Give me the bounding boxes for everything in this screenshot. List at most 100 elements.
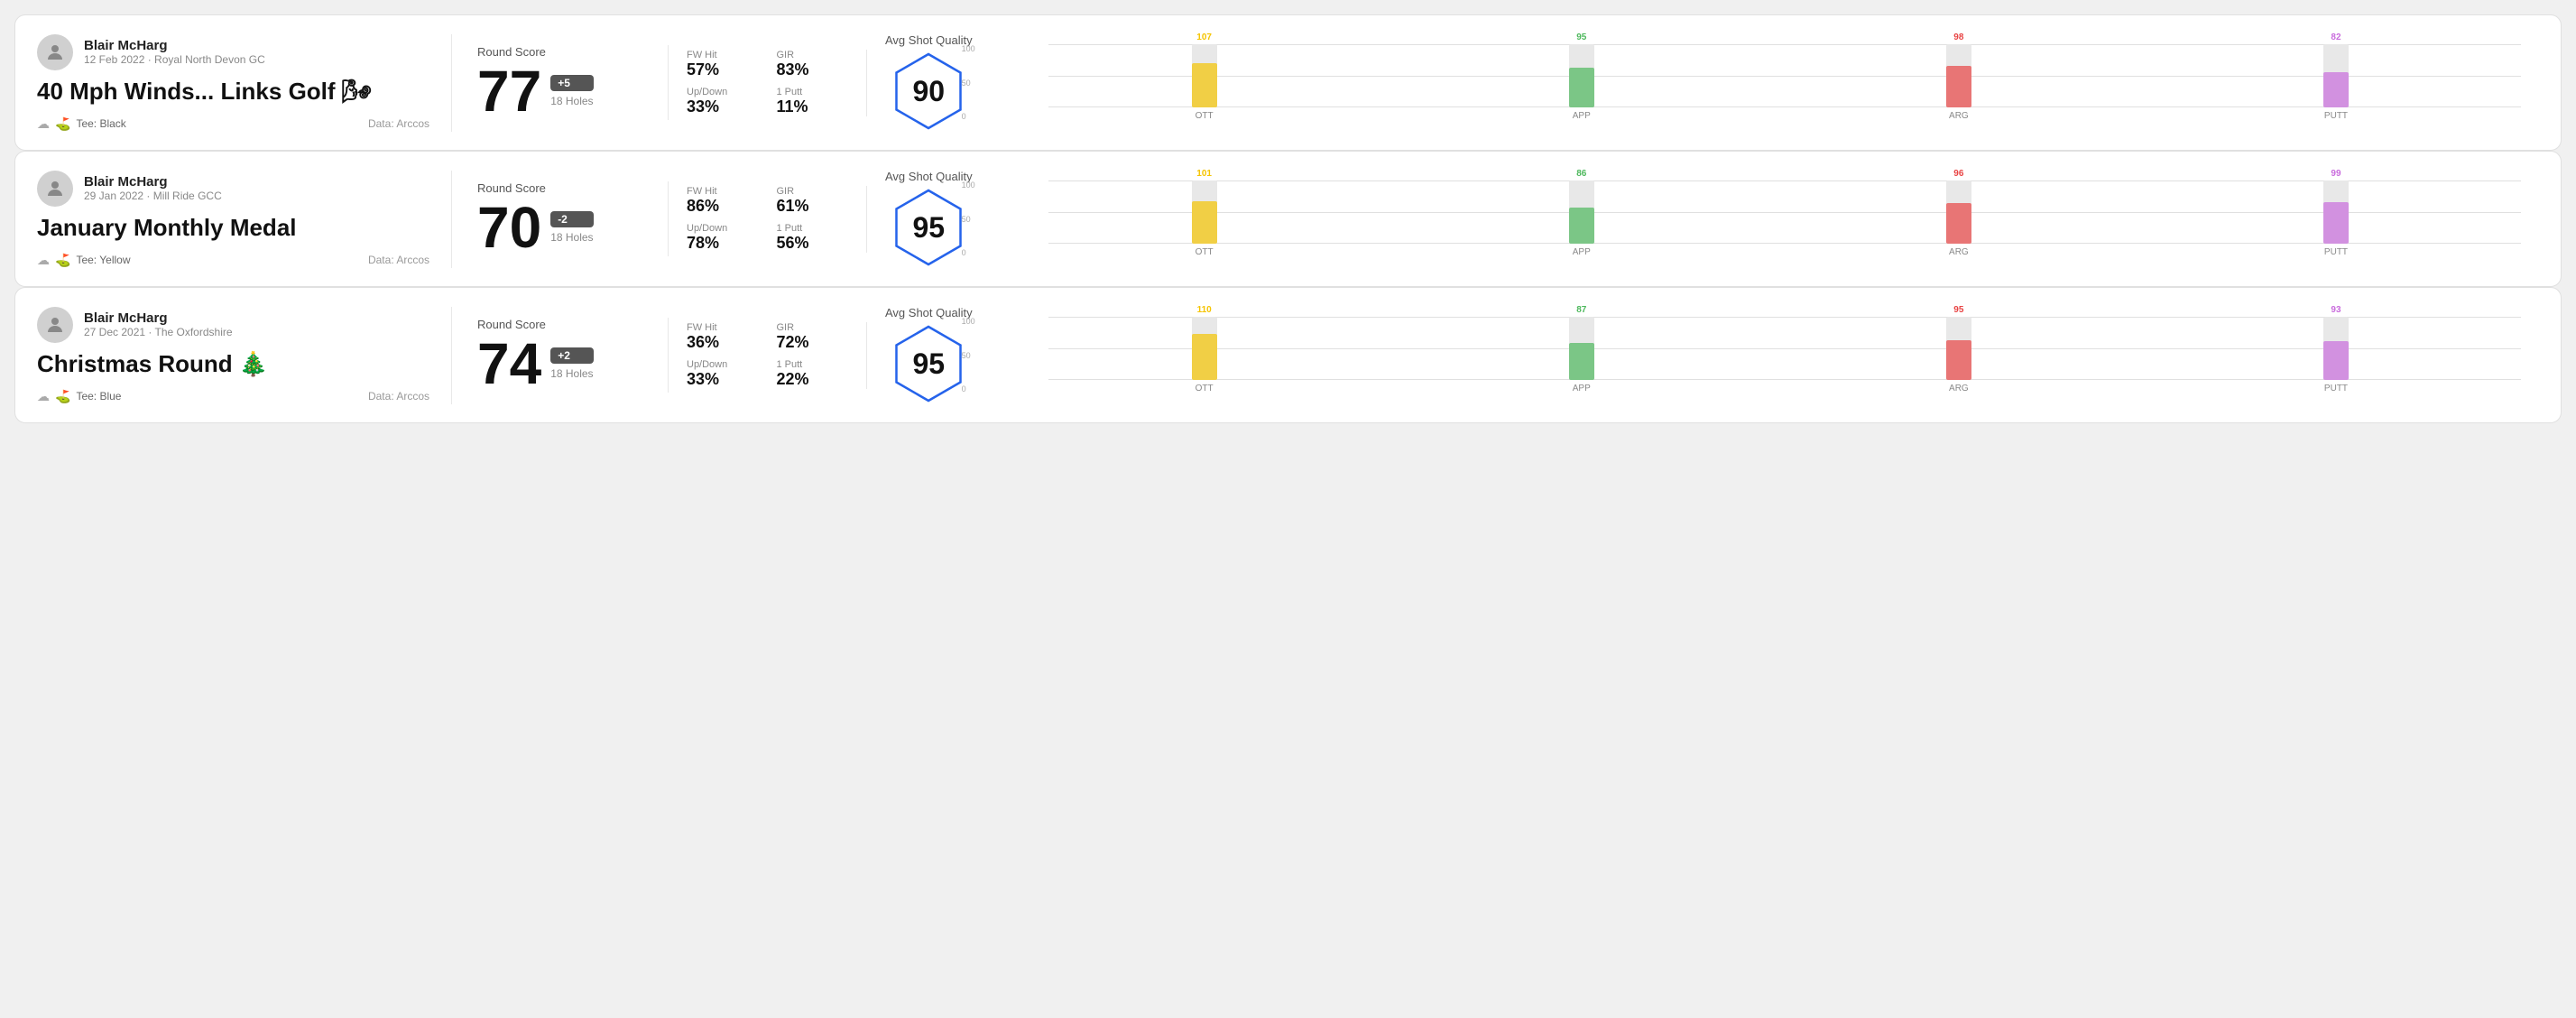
bar-x-label: ARG <box>1774 384 2144 393</box>
avatar <box>37 34 73 70</box>
bar-x-label: APP <box>1397 111 1767 121</box>
weather-icon: ☁ <box>37 389 50 404</box>
updown-stat: Up/Down 33% <box>687 87 759 116</box>
fw-hit-stat: FW Hit 57% <box>687 50 759 79</box>
score-row: 74 +2 18 Holes <box>477 335 642 393</box>
bar-fill <box>1192 201 1217 244</box>
bar-x-label: OTT <box>1020 111 1390 121</box>
score-section: Round Score 70 -2 18 Holes <box>452 181 669 256</box>
bar-x-label: ARG <box>1774 111 2144 121</box>
x-axis-labels: OTTAPPARGPUTT <box>1020 247 2521 257</box>
round-score-label: Round Score <box>477 45 642 59</box>
quality-left: Avg Shot Quality 95 <box>885 170 973 268</box>
oneputt-stat: 1 Putt 11% <box>777 87 849 116</box>
bar-fill <box>1192 63 1217 107</box>
score-row: 77 +5 18 Holes <box>477 62 642 120</box>
fw-hit-value: 86% <box>687 197 759 216</box>
user-info: Blair McHarg 12 Feb 2022 · Royal North D… <box>84 38 265 66</box>
gir-stat: GIR 61% <box>777 186 849 216</box>
fw-hit-value: 57% <box>687 60 759 79</box>
fw-hit-label: FW Hit <box>687 322 759 333</box>
bar-x-label: OTT <box>1020 384 1390 393</box>
quality-hexagon: 90 <box>888 51 969 132</box>
bar-x-label: APP <box>1397 247 1767 257</box>
score-modifier-badge: +5 <box>550 75 593 91</box>
bar-wrapper <box>1192 180 1217 244</box>
quality-section: Avg Shot Quality 90 100 50 0 <box>867 33 2539 132</box>
gir-value: 61% <box>777 197 849 216</box>
quality-score: 90 <box>913 75 946 108</box>
score-section: Round Score 77 +5 18 Holes <box>452 45 669 120</box>
quality-label: Avg Shot Quality <box>885 33 973 47</box>
stats-grid: FW Hit 86% GIR 61% Up/Down 78% 1 Putt 56… <box>687 186 848 253</box>
bar-wrapper <box>1192 44 1217 107</box>
bar-wrapper <box>2323 180 2349 244</box>
score-row: 70 -2 18 Holes <box>477 199 642 256</box>
weather-icon: ☁ <box>37 253 50 268</box>
gir-label: GIR <box>777 186 849 197</box>
holes-text: 18 Holes <box>550 367 593 380</box>
bar-x-label: PUTT <box>2151 247 2521 257</box>
quality-section: Avg Shot Quality 95 100 50 0 <box>867 306 2539 404</box>
bar-value: 87 <box>1576 305 1586 315</box>
tee-label: Tee: Yellow <box>76 254 130 266</box>
weather-icon: ☁ <box>37 116 50 132</box>
bar-column: 87 <box>1397 305 1767 380</box>
updown-value: 33% <box>687 370 759 389</box>
quality-score: 95 <box>913 347 946 381</box>
score-details: -2 18 Holes <box>550 211 593 244</box>
bar-x-label: APP <box>1397 384 1767 393</box>
bag-icon: ⛳ <box>55 116 70 132</box>
round-meta-row: ☁ ⛳ Tee: Yellow Data: Arccos <box>37 253 429 268</box>
quality-left: Avg Shot Quality 90 <box>885 33 973 132</box>
bar-value: 82 <box>2331 32 2341 42</box>
oneputt-value: 56% <box>777 234 849 253</box>
oneputt-stat: 1 Putt 22% <box>777 359 849 389</box>
bar-wrapper <box>1946 44 1971 107</box>
bar-fill <box>1569 343 1594 380</box>
round-title: January Monthly Medal <box>37 214 429 242</box>
round-title: 40 Mph Winds... Links Golf 🌬 <box>37 78 429 106</box>
bar-fill <box>1192 334 1217 380</box>
bar-chart: 100 50 0 107 95 <box>991 44 2521 121</box>
gir-value: 83% <box>777 60 849 79</box>
oneputt-stat: 1 Putt 56% <box>777 223 849 253</box>
bar-fill <box>1946 340 1971 380</box>
score-modifier-badge: +2 <box>550 347 593 364</box>
bar-column: 95 <box>1397 32 1767 107</box>
tee-label: Tee: Blue <box>76 390 121 403</box>
bar-column: 110 <box>1020 305 1390 380</box>
gir-stat: GIR 83% <box>777 50 849 79</box>
holes-text: 18 Holes <box>550 231 593 244</box>
bar-value: 95 <box>1576 32 1586 42</box>
bar-wrapper <box>1946 180 1971 244</box>
bar-value: 107 <box>1196 32 1212 42</box>
stats-grid: FW Hit 57% GIR 83% Up/Down 33% 1 Putt 11… <box>687 50 848 116</box>
bar-wrapper <box>1192 317 1217 380</box>
score-value: 70 <box>477 199 541 256</box>
bar-value: 99 <box>2331 169 2341 179</box>
y-axis: 100 50 0 <box>962 317 975 393</box>
bar-chart: 100 50 0 101 86 <box>991 180 2521 257</box>
bar-wrapper <box>2323 317 2349 380</box>
quality-hexagon: 95 <box>888 187 969 268</box>
bars-container: 107 95 98 82 <box>1020 44 2521 107</box>
updown-stat: Up/Down 33% <box>687 359 759 389</box>
bar-column: 101 <box>1020 169 1390 244</box>
updown-label: Up/Down <box>687 223 759 234</box>
fw-hit-value: 36% <box>687 333 759 352</box>
avatar <box>37 171 73 207</box>
bar-column: 82 <box>2151 32 2521 107</box>
bar-value: 98 <box>1953 32 1963 42</box>
user-date: 12 Feb 2022 · Royal North Devon GC <box>84 53 265 66</box>
stats-section: FW Hit 57% GIR 83% Up/Down 33% 1 Putt 11… <box>669 50 867 116</box>
gir-stat: GIR 72% <box>777 322 849 352</box>
updown-value: 78% <box>687 234 759 253</box>
round-info-section: Blair McHarg 29 Jan 2022 · Mill Ride GCC… <box>37 171 452 268</box>
tee-info: ☁ ⛳ Tee: Blue <box>37 389 121 404</box>
bars-container: 101 86 96 99 <box>1020 180 2521 244</box>
bag-icon: ⛳ <box>55 389 70 404</box>
bar-column: 96 <box>1774 169 2144 244</box>
y-axis: 100 50 0 <box>962 44 975 121</box>
bar-column: 93 <box>2151 305 2521 380</box>
